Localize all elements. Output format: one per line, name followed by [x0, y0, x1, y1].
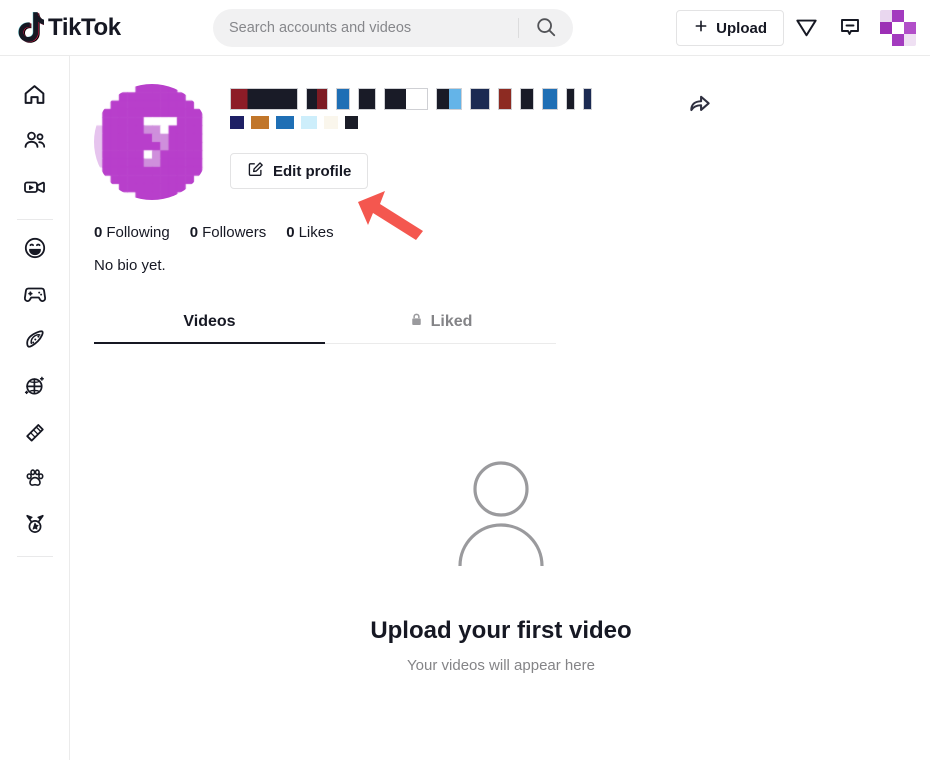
empty-state-title: Upload your first video	[370, 617, 632, 644]
likes-label: Likes	[298, 224, 334, 241]
messages-button[interactable]	[784, 6, 828, 50]
profile-stats: 0 Following 0 Followers 0 Likes	[94, 224, 930, 241]
edit-profile-label: Edit profile	[273, 162, 352, 180]
left-sidebar	[0, 56, 70, 760]
search-input[interactable]	[213, 20, 518, 36]
handle-redacted	[230, 116, 592, 129]
empty-state: Upload your first video Your videos will…	[70, 456, 930, 674]
person-outline-icon	[446, 456, 556, 571]
inbox-button[interactable]	[828, 6, 872, 50]
sidebar-item-comedy[interactable]	[12, 227, 58, 273]
username-redacted	[230, 88, 592, 110]
gamepad-icon	[22, 281, 48, 312]
friends-icon	[22, 128, 48, 159]
profile-tabs: Videos Liked	[94, 301, 556, 344]
upload-button-label: Upload	[716, 19, 767, 37]
pizza-slice-icon	[22, 327, 48, 358]
disco-ball-icon	[22, 373, 48, 404]
message-bubble-icon	[838, 15, 862, 42]
smiley-face-icon	[22, 235, 48, 266]
sidebar-item-gaming[interactable]	[12, 273, 58, 319]
top-header: TikTok Upload	[0, 0, 930, 56]
tab-active-underline	[94, 342, 325, 344]
followers-label: Followers	[202, 224, 267, 241]
tab-liked-label: Liked	[430, 313, 473, 330]
stat-likes[interactable]: 0 Likes	[286, 224, 333, 241]
following-label: Following	[106, 224, 170, 241]
book-icon	[22, 419, 48, 450]
lock-icon	[409, 312, 424, 332]
following-count: 0	[94, 224, 103, 241]
main-content: Edit profile 0 Following 0 Followers 0 Like…	[70, 56, 930, 760]
header-avatar[interactable]	[880, 10, 916, 46]
followers-count: 0	[189, 224, 199, 241]
search-icon	[535, 16, 557, 41]
paw-print-icon	[22, 465, 48, 496]
profile-bio: No bio yet.	[94, 257, 166, 274]
search-button[interactable]	[519, 9, 573, 47]
sidebar-divider-2	[16, 556, 53, 557]
share-profile-button[interactable]	[678, 82, 722, 126]
search-bar[interactable]	[213, 9, 573, 47]
likes-count: 0	[286, 224, 295, 241]
tiktok-wordmark: TikTok	[48, 13, 121, 41]
empty-state-subtitle: Your videos will appear here	[407, 657, 595, 674]
sidebar-divider-1	[16, 219, 53, 220]
live-video-icon	[22, 174, 48, 205]
tab-videos[interactable]: Videos	[94, 301, 325, 343]
sidebar-item-live[interactable]	[12, 166, 58, 212]
sidebar-item-animals[interactable]	[12, 457, 58, 503]
header-actions: Upload	[676, 0, 916, 56]
profile-header: Edit profile	[70, 56, 930, 200]
medal-icon	[22, 511, 48, 542]
plus-icon	[693, 18, 709, 38]
sidebar-item-following[interactable]	[12, 120, 58, 166]
sidebar-item-for-you[interactable]	[12, 74, 58, 120]
profile-identity: Edit profile	[230, 84, 592, 200]
pencil-square-icon	[247, 161, 264, 182]
stat-followers[interactable]: 0 Followers	[190, 224, 267, 241]
stat-following[interactable]: 0 Following	[94, 224, 170, 241]
upload-button[interactable]: Upload	[676, 10, 784, 46]
home-icon	[22, 82, 47, 112]
sidebar-item-sports[interactable]	[12, 503, 58, 549]
tiktok-note-icon	[16, 11, 48, 44]
sidebar-item-beauty[interactable]	[12, 411, 58, 457]
profile-avatar-pixelated[interactable]	[94, 84, 210, 200]
tiktok-logo[interactable]: TikTok	[16, 11, 176, 44]
tab-videos-label: Videos	[183, 313, 236, 330]
sidebar-item-food[interactable]	[12, 319, 58, 365]
edit-profile-button[interactable]: Edit profile	[230, 153, 369, 189]
sidebar-item-dance[interactable]	[12, 365, 58, 411]
share-arrow-icon	[687, 90, 713, 119]
paper-plane-icon	[794, 14, 819, 42]
tab-liked[interactable]: Liked	[325, 301, 556, 343]
